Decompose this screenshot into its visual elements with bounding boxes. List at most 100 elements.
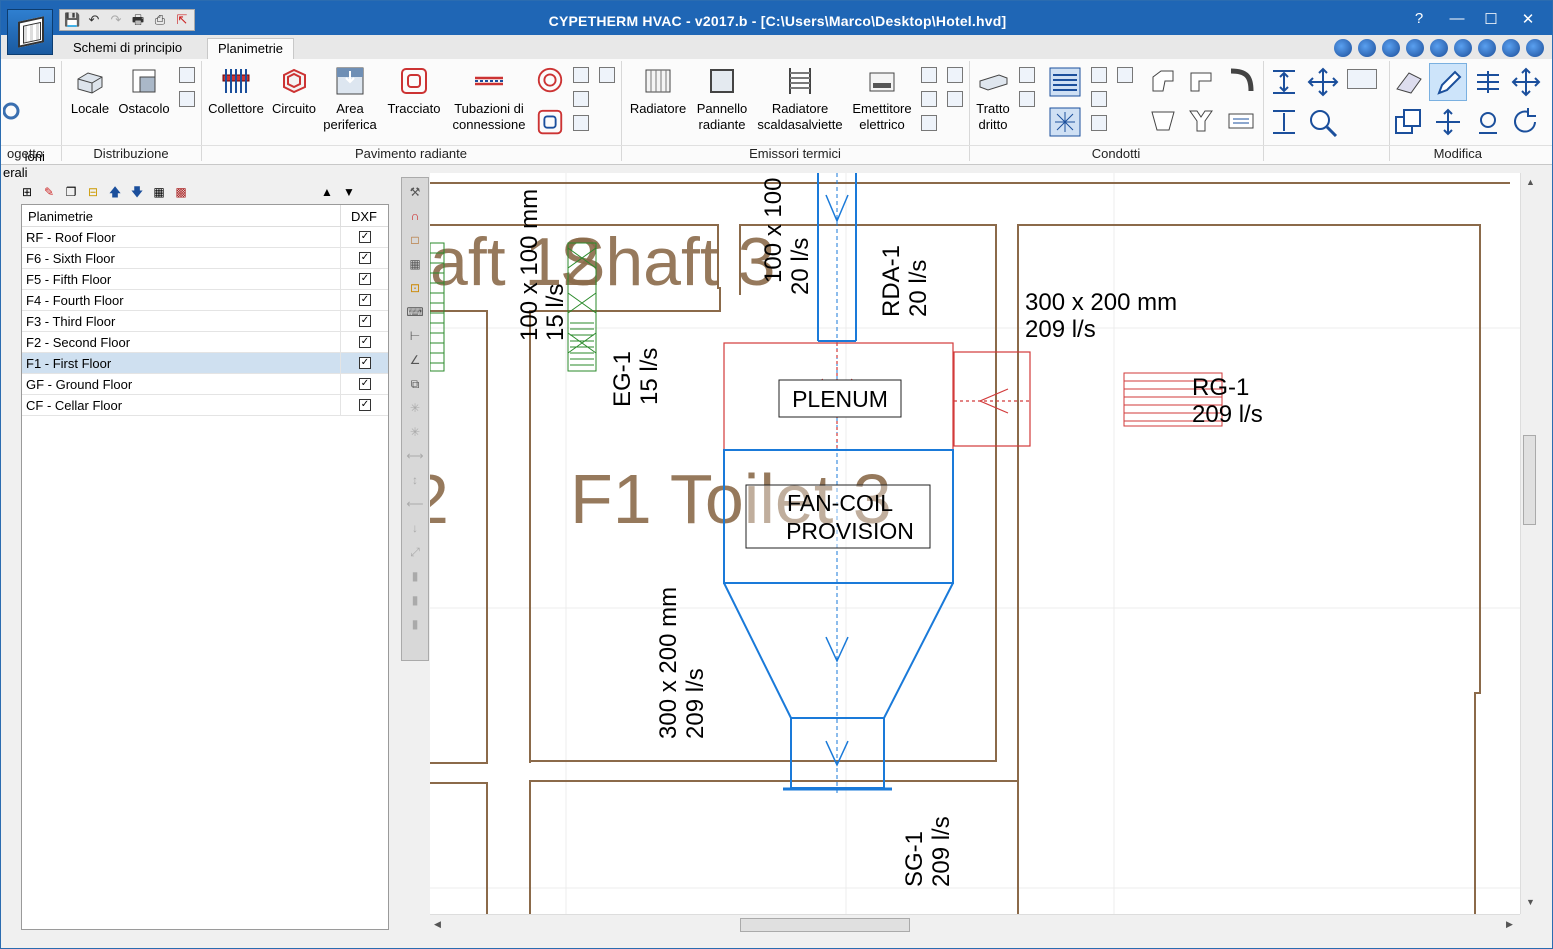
horizontal-scrollbar[interactable]: ◀ ▶ (430, 914, 1520, 934)
dxf-checkbox[interactable]: ✓ (359, 231, 371, 243)
horizontal-scroll-thumb[interactable] (740, 918, 910, 932)
dxf-checkbox[interactable]: ✓ (359, 357, 371, 369)
floor-row[interactable]: F6 - Sixth Floor ✓ (22, 248, 388, 269)
floor-row[interactable]: F5 - Fifth Floor ✓ (22, 269, 388, 290)
collettore-button[interactable]: Collettore (205, 65, 267, 117)
zoom-previous-icon[interactable] (1382, 39, 1400, 57)
diagonal-icon[interactable]: ⤢ (406, 543, 424, 561)
dxf-checkbox[interactable]: ✓ (359, 273, 371, 285)
column-header-planimetrie[interactable]: Planimetrie (28, 209, 93, 224)
pannello-radiante-button[interactable]: Pannello radiante (691, 65, 753, 133)
app-logo-icon[interactable] (7, 9, 53, 55)
layers-icon[interactable]: ⧉ (406, 375, 424, 393)
emitter-small-icon-5[interactable] (921, 115, 937, 131)
floor-plan-drawing[interactable]: aft 12 Shaft 3 F1 Toilet 3 2 (430, 173, 1520, 914)
ortho-on-icon[interactable]: ✳ (406, 423, 424, 441)
dimension-icon[interactable]: ⊢ (406, 327, 424, 345)
duct-small-icon-3[interactable] (1091, 67, 1107, 83)
help-button[interactable]: ? (1407, 10, 1431, 27)
branch-icon[interactable] (1187, 67, 1215, 95)
tools-icon[interactable]: ⚒ (406, 183, 424, 201)
print-preview-icon[interactable]: ⎙ (152, 12, 168, 28)
rotate-icon[interactable] (1473, 107, 1503, 137)
move-icon[interactable] (1511, 67, 1541, 97)
floor-row[interactable]: RF - Roof Floor ✓ (22, 227, 388, 248)
radiatore-scaldasalviette-button[interactable]: Radiatore scaldasalviette (753, 65, 847, 133)
align-vertical-icon[interactable] (1269, 67, 1299, 97)
duct-small-icon-2[interactable] (1019, 91, 1035, 107)
export-icon[interactable]: ⇱ (174, 12, 190, 28)
horizontal-icon[interactable]: ⟷ (406, 447, 424, 465)
diffuser-icon[interactable] (1049, 107, 1081, 137)
column-header-dxf[interactable]: DXF (351, 209, 377, 224)
pin-3-icon[interactable]: ▮ (406, 615, 424, 633)
emitter-small-icon-1[interactable] (921, 67, 937, 83)
keyboard-icon[interactable]: ⌨ (406, 303, 424, 321)
scroll-down-icon[interactable]: ▼ (341, 184, 357, 200)
pipe-small-icon[interactable] (573, 91, 589, 107)
floor-row[interactable]: GF - Ground Floor ✓ (22, 374, 388, 395)
save-icon[interactable]: 💾 (64, 12, 80, 28)
left-arrow-icon[interactable]: ⟵ (406, 495, 424, 513)
circuito-button[interactable]: Circuito (267, 65, 321, 117)
dxf-checkbox[interactable]: ✓ (359, 378, 371, 390)
scroll-up-arrow-icon[interactable]: ▲ (1526, 177, 1535, 187)
grid-icon[interactable]: ▦ (406, 255, 424, 273)
vertical-scroll-thumb[interactable] (1523, 435, 1536, 525)
floor-row[interactable]: CF - Cellar Floor ✓ (22, 395, 388, 416)
down-arrow-icon[interactable]: ↓ (406, 519, 424, 537)
zoom-icon[interactable] (1430, 39, 1448, 57)
edit-floor-icon[interactable]: ✎ (41, 184, 57, 200)
print-icon[interactable]: 🖶 (130, 12, 146, 28)
dxf-checkbox[interactable]: ✓ (359, 252, 371, 264)
area-periferica-button[interactable]: Area periferica (321, 65, 379, 133)
emitter-small-icon-2[interactable] (947, 67, 963, 83)
radiatore-button[interactable]: Radiatore (625, 65, 691, 117)
close-button[interactable]: ✕ (1516, 10, 1540, 28)
window-icon[interactable] (1478, 39, 1496, 57)
emitter-small-icon-4[interactable] (947, 91, 963, 107)
edit-icon[interactable] (39, 67, 55, 83)
tracciato-button[interactable]: Tracciato (383, 65, 445, 117)
floor-row[interactable]: F1 - First Floor ✓ (22, 353, 388, 374)
book-icon[interactable] (1526, 39, 1544, 57)
spiral-edit-icon[interactable] (535, 65, 565, 95)
calculator-icon[interactable] (179, 67, 195, 83)
scroll-left-arrow-icon[interactable]: ◀ (434, 919, 441, 930)
dxf-settings-icon[interactable]: ▩ (173, 184, 189, 200)
delete-circuit-icon[interactable] (599, 67, 615, 83)
list-small-icon[interactable] (573, 115, 589, 131)
zoom-window-icon[interactable] (1334, 39, 1352, 57)
move-down-icon[interactable]: 🡇 (129, 184, 145, 200)
duct-small-icon-1[interactable] (1019, 67, 1035, 83)
vertical-icon[interactable]: ↕ (406, 471, 424, 489)
tab-planimetrie[interactable]: Planimetrie (207, 38, 295, 59)
dxf-checkbox[interactable]: ✓ (359, 294, 371, 306)
snap-magnet-icon[interactable]: ∩ (406, 207, 424, 225)
dxf-checkbox[interactable]: ✓ (359, 336, 371, 348)
locale-button[interactable]: Locale (65, 65, 115, 117)
globe-icon[interactable] (1502, 39, 1520, 57)
text-box-icon[interactable] (1347, 69, 1377, 89)
duct-small-icon-6[interactable] (1091, 115, 1107, 131)
add-floor-icon[interactable]: ⊞ (19, 184, 35, 200)
snap-point-icon[interactable]: ⊡ (406, 279, 424, 297)
copy-floor-icon[interactable]: ❐ (63, 184, 79, 200)
pin-1-icon[interactable]: ▮ (406, 567, 424, 585)
tee-icon[interactable] (1187, 107, 1215, 135)
elbow-icon[interactable] (1149, 67, 1177, 95)
copy-icon[interactable] (1393, 107, 1425, 137)
dxf-import-icon[interactable]: ▦ (151, 184, 167, 200)
transition-icon[interactable] (1227, 107, 1255, 135)
search-zoom-icon[interactable] (1307, 107, 1339, 137)
pin-2-icon[interactable]: ▮ (406, 591, 424, 609)
stretch-icon[interactable] (1433, 107, 1463, 137)
refresh-icon[interactable] (1406, 39, 1424, 57)
redo-icon[interactable]: ↷ (108, 12, 124, 28)
circuit-small-icon[interactable] (573, 67, 589, 83)
tubazioni-button[interactable]: Tubazioni di connessione (449, 65, 529, 133)
rectangle-icon[interactable]: □ (406, 231, 424, 249)
dxf-checkbox[interactable]: ✓ (359, 315, 371, 327)
angle-icon[interactable]: ∠ (406, 351, 424, 369)
emettitore-elettrico-button[interactable]: Emettitore elettrico (847, 65, 917, 133)
